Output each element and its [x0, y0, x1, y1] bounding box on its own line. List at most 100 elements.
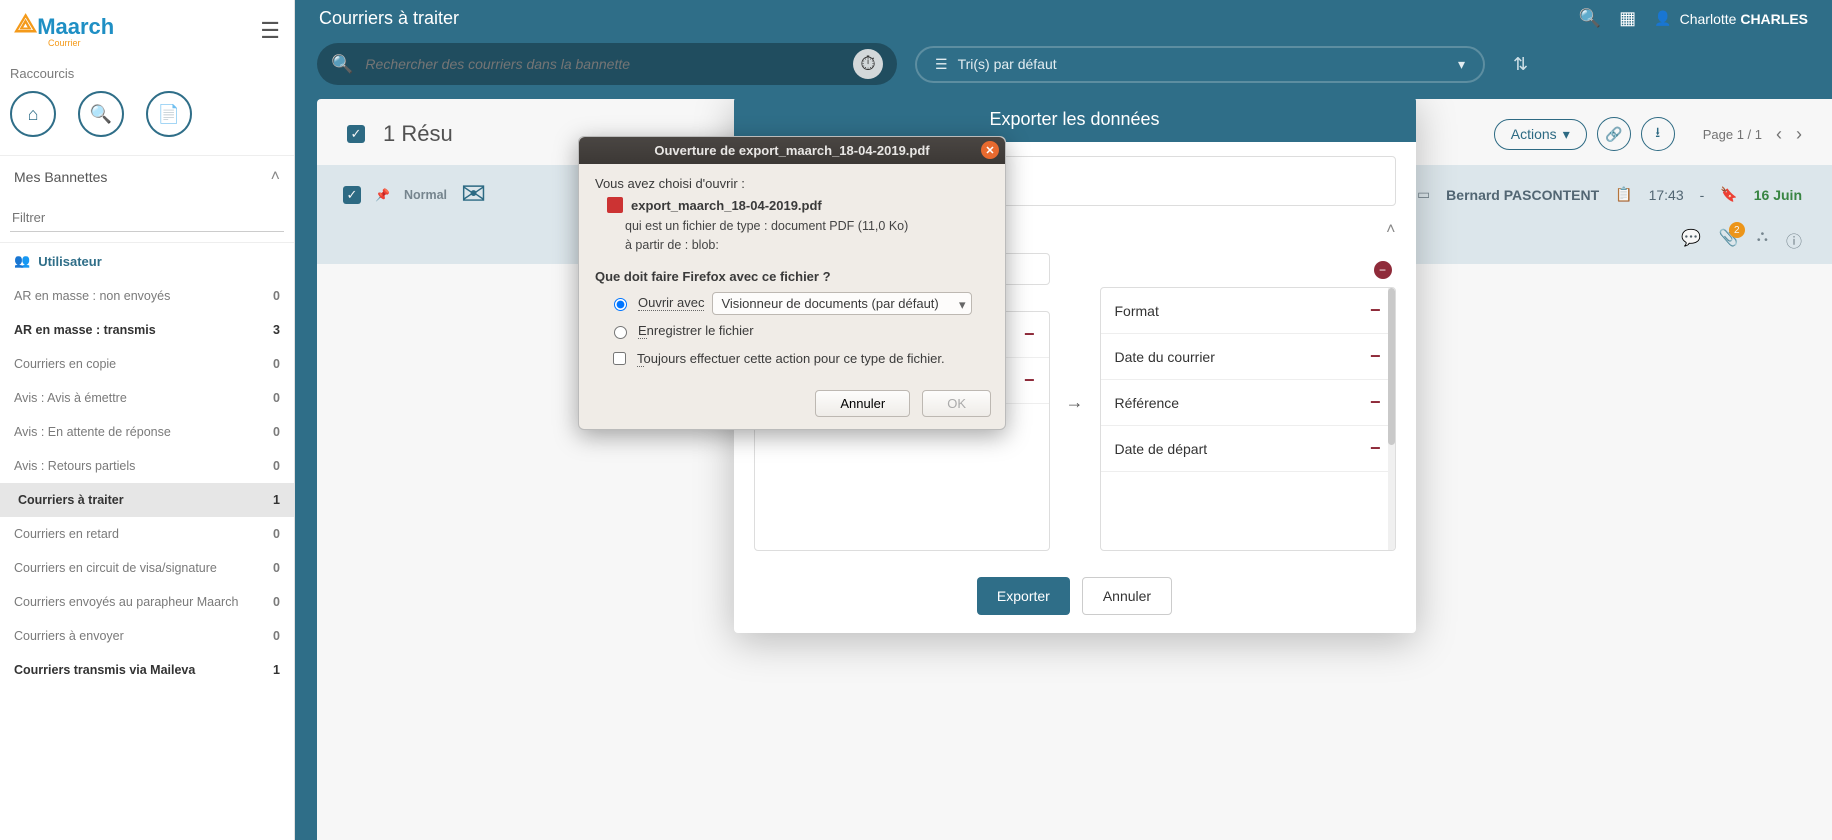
sidebar-item-label: Courriers en copie	[14, 357, 116, 371]
sidebar: ⟁Maarch Courrier ☰ Raccourcis ⌂ 🔍 📄 Mes …	[0, 0, 295, 840]
always-action-checkbox[interactable]	[613, 352, 626, 365]
sidebar-item[interactable]: Courriers en retard 0	[0, 517, 294, 551]
transfer-arrow-icon[interactable]: →	[1064, 392, 1086, 413]
selected-item-label: Référence	[1115, 395, 1180, 411]
sidebar-item[interactable]: Courriers envoyés au parapheur Maarch0	[0, 585, 294, 619]
home-icon: ⌂	[28, 104, 39, 125]
remove-item-icon[interactable]: −	[1370, 300, 1381, 321]
sidebar-item[interactable]: Avis : Retours partiels 0	[0, 449, 294, 483]
sidebar-item[interactable]: AR en masse : non envoyés 0	[0, 279, 294, 313]
save-file-label: Enregistrer le fichier	[638, 323, 754, 338]
download-dialog-title: Ouverture de export_maarch_18-04-2019.pd…	[654, 143, 929, 158]
always-action-label: Toujours effectuer cette action pour ce …	[637, 351, 945, 366]
open-with-label: Ouvrir avec	[638, 295, 704, 311]
remove-item-icon[interactable]: −	[1024, 324, 1035, 345]
sidebar-item-count: 0	[273, 289, 280, 303]
remove-item-icon[interactable]: −	[1370, 392, 1381, 413]
selected-item[interactable]: Date de départ −	[1101, 426, 1395, 472]
sort-direction-icon[interactable]: ⇅	[1513, 54, 1528, 75]
sidebar-item-label: Avis : En attente de réponse	[14, 425, 171, 439]
avatar-icon: 👤	[1654, 10, 1671, 27]
logo[interactable]: ⟁Maarch Courrier	[14, 10, 114, 52]
sidebar-item[interactable]: Courriers transmis via Maileva 1	[0, 653, 294, 687]
sidebar-item-count: 0	[273, 459, 280, 473]
sidebar-item[interactable]: AR en masse : transmis3	[0, 313, 294, 347]
close-icon[interactable]: ✕	[981, 141, 999, 159]
main: Courriers à traiter 🔍 ▦ 👤 Charlotte CHAR…	[295, 0, 1832, 840]
bannettes-label: Mes Bannettes	[14, 169, 107, 185]
remove-item-icon[interactable]: −	[1024, 370, 1035, 391]
selected-item-label: Format	[1115, 303, 1159, 319]
remove-item-icon[interactable]: −	[1370, 438, 1381, 459]
selected-item[interactable]: Date du courrier−	[1101, 334, 1395, 380]
file-plus-icon: 📄	[158, 104, 180, 125]
search-icon: 🔍	[90, 104, 112, 125]
list-icon: ☰	[935, 56, 948, 73]
user-section-header: 👥 Utilisateur	[0, 242, 294, 279]
sidebar-item[interactable]: Avis : Avis à émettre0	[0, 381, 294, 415]
topbar: Courriers à traiter 🔍 ▦ 👤 Charlotte CHAR…	[295, 0, 1832, 37]
sidebar-item-count: 0	[273, 391, 280, 405]
selected-item[interactable]: Format −	[1101, 288, 1395, 334]
sidebar-item[interactable]: Courriers en copie 0	[0, 347, 294, 381]
selected-item-label: Date de départ	[1115, 441, 1208, 457]
sidebar-item-count: 0	[273, 561, 280, 575]
search-bar[interactable]: 🔍 ⏱	[317, 43, 897, 85]
download-ok-button[interactable]: OK	[922, 390, 991, 417]
shortcut-home-button[interactable]: ⌂	[10, 91, 56, 137]
sidebar-item[interactable]: Courriers en circuit de visa/signature 0	[0, 551, 294, 585]
search-input[interactable]	[359, 50, 847, 78]
open-with-radio[interactable]	[614, 298, 627, 311]
sidebar-item-label: AR en masse : non envoyés	[14, 289, 170, 303]
sidebar-item-label: Avis : Retours partiels	[14, 459, 135, 473]
sidebar-item-count: 0	[273, 527, 280, 541]
pdf-icon	[607, 197, 623, 213]
sidebar-item[interactable]: Courriers à envoyer0	[0, 619, 294, 653]
export-confirm-button[interactable]: Exporter	[977, 577, 1070, 615]
sidebar-item-count: 1	[273, 493, 280, 507]
user-last-name: CHARLES	[1740, 11, 1808, 27]
apps-grid-icon[interactable]: ▦	[1619, 8, 1636, 29]
user-first-name: Charlotte	[1680, 11, 1737, 27]
sidebar-item[interactable]: Courriers à traiter 1	[0, 483, 294, 517]
sidebar-item-label: Courriers à traiter	[18, 493, 124, 507]
topbar-search-icon[interactable]: 🔍	[1579, 8, 1601, 29]
user-menu[interactable]: 👤 Charlotte CHARLES	[1654, 10, 1808, 27]
save-file-radio[interactable]	[614, 326, 627, 339]
sidebar-item[interactable]: Avis : En attente de réponse0	[0, 415, 294, 449]
stopwatch-icon[interactable]: ⏱	[853, 49, 883, 79]
scrollbar-thumb[interactable]	[1388, 288, 1395, 445]
selected-list: Format−Date du courrier−Référence−Date d…	[1100, 287, 1396, 551]
download-question: Que doit faire Firefox avec ce fichier ?	[595, 269, 989, 284]
shortcut-new-doc-button[interactable]: 📄	[146, 91, 192, 137]
filter-input[interactable]	[10, 204, 284, 232]
export-cancel-button[interactable]: Annuler	[1082, 577, 1172, 615]
open-with-select[interactable]: Visionneur de documents (par défaut)	[712, 292, 972, 315]
search-icon: 🔍	[331, 54, 353, 75]
logo-mark-icon: ⟁	[14, 8, 37, 38]
shortcuts-label: Raccourcis	[0, 58, 294, 87]
sort-label: Tri(s) par défaut	[958, 56, 1057, 72]
sidebar-item-label: Courriers transmis via Maileva	[14, 663, 195, 677]
sidebar-item-count: 0	[273, 629, 280, 643]
user-section-label: Utilisateur	[38, 254, 102, 269]
chevron-up-icon[interactable]: ˄	[1386, 221, 1395, 239]
bannettes-header[interactable]: Mes Bannettes ˄	[0, 156, 294, 198]
sidebar-item-count: 3	[273, 323, 280, 337]
download-cancel-button[interactable]: Annuler	[815, 390, 910, 417]
chevron-down-icon: ▾	[1458, 56, 1465, 73]
menu-toggle-icon[interactable]: ☰	[260, 18, 280, 44]
remove-item-icon[interactable]: −	[1370, 346, 1381, 367]
file-type-value: document PDF (11,0 Ko)	[771, 219, 908, 233]
shortcut-search-button[interactable]: 🔍	[78, 91, 124, 137]
sidebar-item-count: 0	[273, 357, 280, 371]
sidebar-item-label: Courriers en circuit de visa/signature	[14, 561, 217, 575]
chevron-up-icon: ˄	[271, 168, 280, 186]
sidebar-item-count: 1	[273, 663, 280, 677]
sidebar-item-label: Courriers en retard	[14, 527, 119, 541]
remove-all-button[interactable]: −	[1374, 261, 1392, 279]
sort-dropdown[interactable]: ☰ Tri(s) par défaut ▾	[915, 46, 1485, 83]
logo-subtitle: Courrier	[48, 38, 148, 48]
selected-item[interactable]: Référence −	[1101, 380, 1395, 426]
download-filename: export_maarch_18-04-2019.pdf	[631, 198, 822, 213]
